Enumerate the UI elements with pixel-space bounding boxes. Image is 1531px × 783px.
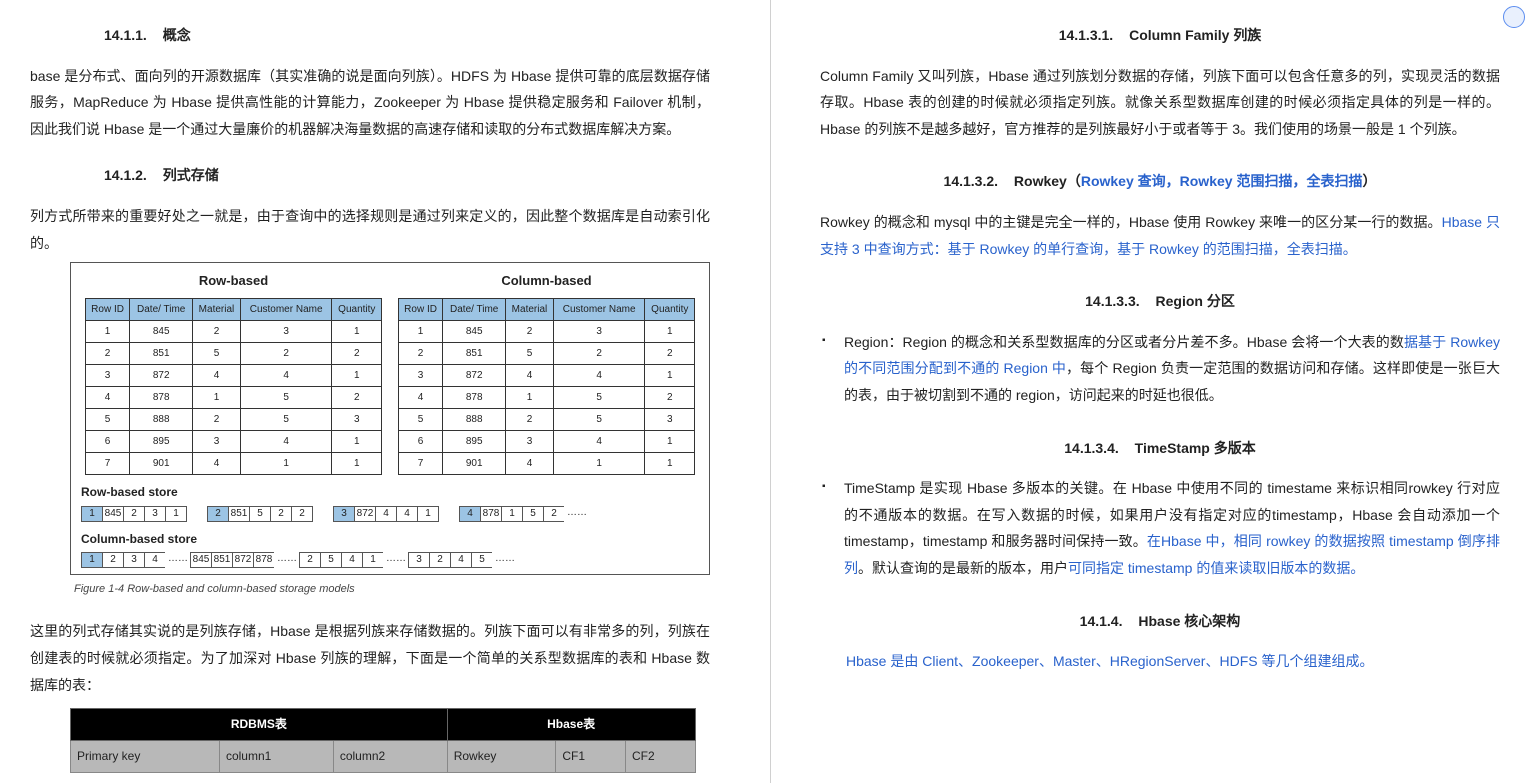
- paragraph: Hbase 是由 Client、Zookeeper、Master、HRegion…: [820, 648, 1500, 675]
- storage-figure: Row-based Row IDDate/ TimeMaterialCustom…: [70, 262, 710, 575]
- heading-14-1-4: 14.1.4. Hbase 核心架构: [820, 608, 1500, 635]
- heading-text: TimeStamp 多版本: [1135, 440, 1256, 456]
- paragraph: Column Family 又叫列族，Hbase 通过列族划分数据的存储，列族下…: [820, 63, 1500, 143]
- heading-text-c: ）: [1362, 173, 1376, 189]
- paragraph: Rowkey 的概念和 mysql 中的主键是完全一样的，Hbase 使用 Ro…: [820, 209, 1500, 262]
- heading-14-1-3-1: 14.1.3.1. Column Family 列族: [820, 22, 1500, 49]
- right-page: 14.1.3.1. Column Family 列族 Column Family…: [790, 0, 1530, 681]
- heading-number: 14.1.3.2.: [944, 173, 999, 189]
- heading-number: 14.1.2.: [104, 167, 147, 183]
- compare-header-rdbms: RDBMS表: [71, 709, 448, 741]
- row-based-table: Row IDDate/ TimeMaterialCustomer NameQua…: [85, 298, 382, 475]
- heading-text-a: Rowkey（: [1014, 173, 1081, 189]
- paragraph: 这里的列式存储其实说的是列族存储，Hbase 是根据列族来存储数据的。列族下面可…: [30, 618, 710, 698]
- heading-14-1-3-4: 14.1.3.4. TimeStamp 多版本: [820, 435, 1500, 462]
- heading-text: 概念: [163, 27, 191, 43]
- heading-14-1-3-3: 14.1.3.3. Region 分区: [820, 288, 1500, 315]
- col-store-cells: 1234……845851872878……2541……3245……: [81, 552, 703, 568]
- heading-text: Region 分区: [1156, 293, 1235, 309]
- heading-14-1-2: 14.1.2. 列式存储: [30, 162, 710, 189]
- compare-header-hbase: Hbase表: [447, 709, 695, 741]
- paragraph: 列方式所带来的重要好处之一就是，由于查询中的选择规则是通过列来定义的，因此整个数…: [30, 203, 710, 256]
- left-page: 14.1.1. 概念 base 是分布式、面向列的开源数据库（其实准确的说是面向…: [0, 0, 740, 773]
- heading-number: 14.1.3.1.: [1059, 27, 1114, 43]
- heading-text: Hbase 核心架构: [1138, 613, 1240, 629]
- bullet-region: Region：Region 的概念和关系型数据库的分区或者分片差不多。Hbase…: [844, 329, 1500, 409]
- row-store-title: Row-based store: [81, 481, 703, 504]
- bullet-timestamp: TimeStamp 是实现 Hbase 多版本的关键。在 Hbase 中使用不同…: [844, 475, 1500, 581]
- heading-number: 14.1.1.: [104, 27, 147, 43]
- row-store-cells: 1845231285152238724414878152……: [81, 506, 703, 522]
- heading-14-1-1: 14.1.1. 概念: [30, 22, 710, 49]
- compare-table: RDBMS表 Hbase表 Primary keycolumn1column2R…: [70, 708, 696, 773]
- paragraph: base 是分布式、面向列的开源数据库（其实准确的说是面向列族）。HDFS 为 …: [30, 63, 710, 143]
- heading-text: 列式存储: [163, 167, 219, 183]
- heading-text-b: Rowkey 查询，Rowkey 范围扫描，全表扫描: [1081, 173, 1363, 189]
- figure-title-row: Row-based: [77, 269, 390, 294]
- figure-title-col: Column-based: [390, 269, 703, 294]
- heading-number: 14.1.3.3.: [1085, 293, 1140, 309]
- heading-text: Column Family 列族: [1129, 27, 1261, 43]
- heading-number: 14.1.3.4.: [1064, 440, 1119, 456]
- heading-number: 14.1.4.: [1080, 613, 1123, 629]
- col-store-title: Column-based store: [81, 528, 703, 551]
- figure-caption: Figure 1-4 Row-based and column-based st…: [74, 579, 710, 600]
- column-based-table: Row IDDate/ TimeMaterialCustomer NameQua…: [398, 298, 695, 475]
- heading-14-1-3-2: 14.1.3.2. Rowkey（Rowkey 查询，Rowkey 范围扫描，全…: [820, 168, 1500, 195]
